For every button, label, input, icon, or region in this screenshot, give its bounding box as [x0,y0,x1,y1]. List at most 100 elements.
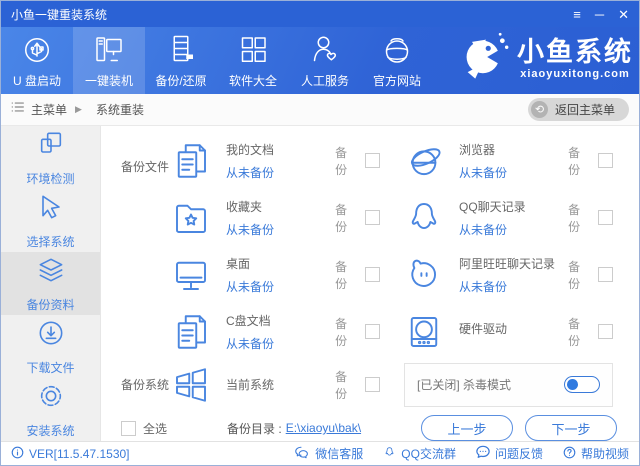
return-main-menu-button[interactable]: ⟲ 返回主菜单 [527,98,629,121]
nav-item-software[interactable]: 软件大全 [217,27,289,94]
breadcrumb-home[interactable]: 主菜单 [31,101,67,118]
item-label: 我的文档 [226,142,275,157]
fish-logo-icon [459,31,511,88]
backup-checkbox-qq-history[interactable] [598,210,613,225]
sidebar-item-install-system[interactable]: 安装系统 [1,378,100,441]
help-circle-icon [563,446,576,462]
backup-label: 备份 [568,316,581,348]
browser-icon [402,139,446,183]
file-row: 我的文档 从未备份 备份 浏览器 从未备份 备份 [169,132,639,189]
backup-label: 备份 [335,145,348,177]
backup-checkbox-hardware-drivers[interactable] [598,324,613,339]
select-all-checkbox[interactable] [121,420,136,436]
backup-item-browser: 浏览器 从未备份 备份 [402,132,639,189]
title-bar: 小鱼一键重装系统 ≡ ─ ✕ [1,1,639,27]
feedback-link[interactable]: 问题反馈 [476,445,543,462]
menu-list-icon [11,100,25,119]
backup-item-wangwang-history: 阿里旺旺聊天记录 从未备份 备份 [402,246,639,303]
item-status: 从未备份 [459,279,508,294]
next-step-button[interactable]: 下一步 [525,415,617,441]
backup-checkbox-wangwang-history[interactable] [598,267,613,282]
close-icon[interactable]: ✕ [618,8,629,21]
nav-label: U 盘启动 [12,74,61,88]
item-label: 收藏夹 [226,199,263,214]
item-status: 从未备份 [459,222,508,237]
backup-checkbox-browser[interactable] [598,153,613,168]
minimize-icon[interactable]: ─ [595,8,604,21]
nav-item-usb-boot[interactable]: U 盘启动 [1,27,73,94]
item-label: C盘文档 [226,313,271,328]
backup-checkbox-current-system[interactable] [365,377,380,392]
item-status: 从未备份 [459,165,508,180]
file-row: 收藏夹 从未备份 备份 QQ聊天记录 从未备份 备份 [169,189,639,246]
gear-icon [35,380,67,417]
qq-group-link[interactable]: QQ交流群 [383,445,456,462]
sidebar-item-env-check[interactable]: 环境检测 [1,126,100,189]
backup-label: 备份 [568,202,581,234]
windows-logo-icon [169,363,213,407]
computer-icon [91,32,127,68]
backup-item-c-drive-docs: C盘文档 从未备份 备份 [169,303,402,360]
backup-directory-label: 备份目录 : [227,421,282,436]
backup-checkbox-my-documents[interactable] [365,153,380,168]
backup-label: 备份 [568,145,581,177]
item-label: 浏览器 [459,142,496,157]
window-controls: ≡ ─ ✕ [573,8,629,21]
menu-icon[interactable]: ≡ [573,8,581,21]
window-title: 小鱼一键重装系统 [11,7,108,22]
brand-name: 小鱼系统 [517,37,633,67]
backup-checkbox-c-drive-docs[interactable] [365,324,380,339]
help-video-link[interactable]: 帮助视频 [563,445,629,462]
brand-text: 小鱼系统 xiaoyuxitong.com [517,39,633,80]
item-status: 从未备份 [226,165,275,180]
apps-grid-icon [235,32,271,68]
version-text: VER[11.5.47.1530] [29,446,130,461]
select-all-label: 全选 [143,421,168,436]
antivirus-toggle[interactable] [564,376,600,393]
download-icon [35,317,67,354]
documents-icon [169,139,213,183]
sidebar-item-backup-data[interactable]: 备份资料 [1,252,100,315]
nav-label: 官方网站 [372,74,421,88]
backup-directory-link[interactable]: E:\xiaoyu\bak\ [286,421,361,435]
brand-logo[interactable]: 小鱼系统 xiaoyuxitong.com [459,31,633,88]
backup-checkbox-desktop[interactable] [365,267,380,282]
nav-label: 人工服务 [300,74,349,88]
backup-label: 备份 [335,316,348,348]
antivirus-mode-label: [已关闭] 杀毒模式 [417,378,512,392]
wechat-support-link[interactable]: 微信客服 [295,445,363,462]
item-label: 当前系统 [226,378,275,392]
bottom-controls: 全选 备份目录 : E:\xiaoyu\bak\ 上一步 下一步 [101,411,639,445]
nav-item-website[interactable]: 官方网站 [361,27,433,94]
qq-icon [402,196,446,240]
sidebar-item-select-system[interactable]: 选择系统 [1,189,100,252]
hardware-drive-icon [402,310,446,354]
nav-label: 备份/还原 [155,74,207,88]
toggle-knob [567,379,578,390]
brand-url: xiaoyuxitong.com [520,68,630,80]
breadcrumb: 主菜单 ▶ 系统重装 ⟲ 返回主菜单 [1,94,639,126]
back-arrow-icon: ⟲ [530,101,548,118]
nav-item-service[interactable]: 人工服务 [289,27,361,94]
item-label: 硬件驱动 [459,322,508,336]
sidebar-item-download-files[interactable]: 下载文件 [1,315,100,378]
backup-files-section: 备份文件 我的文档 从未备份 备份 浏览器 从未备份 备份 收藏夹 从未备份 备… [101,132,639,360]
item-label: 桌面 [226,256,251,271]
body: 环境检测 选择系统 备份资料 下载文件 安装系统 备份文件 我的文档 从未备份 … [1,126,639,441]
nav-item-backup-restore[interactable]: 备份/还原 [145,27,217,94]
info-icon [11,446,24,462]
monitor-icon [169,253,213,297]
item-label: QQ聊天记录 [459,199,526,214]
backup-directory: 备份目录 : E:\xiaoyu\bak\ [227,420,361,437]
previous-step-button[interactable]: 上一步 [421,415,513,441]
qq-icon [383,445,396,462]
person-icon [307,32,343,68]
backup-label: 备份 [335,369,348,401]
section-label-system: 备份系统 [121,378,170,392]
backup-checkbox-favorites[interactable] [365,210,380,225]
file-row: 桌面 从未备份 备份 阿里旺旺聊天记录 从未备份 备份 [169,246,639,303]
backup-label: 备份 [335,202,348,234]
layers-icon [35,254,67,291]
nav-item-one-key-install[interactable]: 一键装机 [73,27,145,94]
backup-item-my-documents: 我的文档 从未备份 备份 [169,132,402,189]
